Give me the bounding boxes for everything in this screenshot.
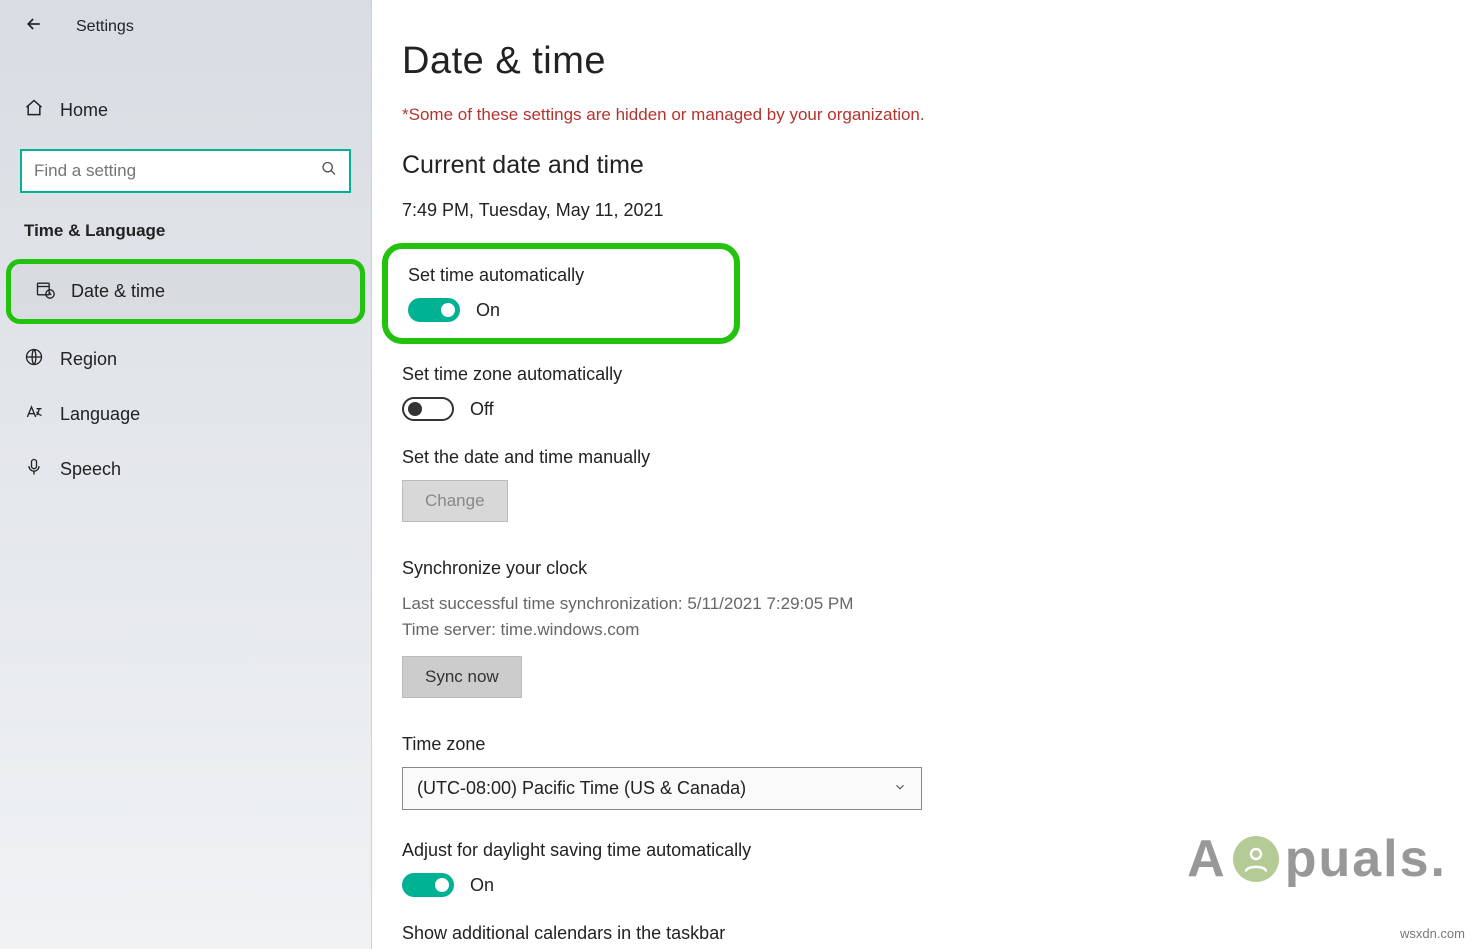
watermark-suffix: puals.	[1285, 829, 1447, 889]
sidebar-item-label: Speech	[60, 459, 121, 480]
sidebar-item-date-time[interactable]: Date & time	[11, 264, 360, 319]
change-button: Change	[402, 480, 508, 522]
sync-now-button[interactable]: Sync now	[402, 656, 522, 698]
globe-icon	[24, 347, 46, 372]
sync-last: Last successful time synchronization: 5/…	[402, 591, 1447, 617]
sidebar-item-language[interactable]: Language	[0, 387, 371, 442]
window-header: Settings	[0, 0, 371, 54]
sidebar-item-label: Language	[60, 404, 140, 425]
sync-heading: Synchronize your clock	[402, 558, 1447, 579]
dst-state: On	[470, 875, 494, 896]
sidebar: Settings Home Time & Language Date & tim…	[0, 0, 372, 949]
main-content: Date & time *Some of these settings are …	[372, 0, 1477, 949]
timezone-select[interactable]: (UTC-08:00) Pacific Time (US & Canada)	[402, 767, 922, 810]
search-input[interactable]	[22, 151, 349, 191]
set-tz-auto-state: Off	[470, 399, 494, 420]
set-time-auto-toggle[interactable]	[408, 298, 460, 322]
set-time-auto-label: Set time automatically	[408, 265, 584, 286]
additional-calendars-label: Show additional calendars in the taskbar	[402, 923, 1447, 944]
sidebar-section-title: Time & Language	[0, 193, 371, 251]
language-icon	[24, 402, 46, 427]
home-label: Home	[60, 100, 108, 121]
chevron-down-icon	[893, 780, 907, 797]
timezone-value: (UTC-08:00) Pacific Time (US & Canada)	[417, 778, 746, 799]
search-box[interactable]	[20, 149, 351, 193]
home-icon	[24, 98, 46, 123]
set-tz-auto-label: Set time zone automatically	[402, 364, 1447, 385]
sidebar-item-speech[interactable]: Speech	[0, 442, 371, 497]
highlight-date-time: Date & time	[6, 259, 365, 324]
set-tz-auto-toggle[interactable]	[402, 397, 454, 421]
sidebar-item-home[interactable]: Home	[0, 86, 371, 135]
current-date-heading: Current date and time	[402, 151, 1447, 180]
watermark-badge-icon	[1233, 836, 1279, 882]
sync-server: Time server: time.windows.com	[402, 617, 1447, 643]
manual-date-label: Set the date and time manually	[402, 447, 1447, 468]
set-time-auto-state: On	[476, 300, 500, 321]
watermark-logo: A puals.	[1187, 829, 1447, 889]
microphone-icon	[24, 457, 46, 482]
timezone-label: Time zone	[402, 734, 1447, 755]
calendar-clock-icon	[35, 279, 57, 304]
sidebar-item-region[interactable]: Region	[0, 332, 371, 387]
highlight-set-time-auto: Set time automatically On	[382, 243, 740, 344]
dst-toggle[interactable]	[402, 873, 454, 897]
sidebar-item-label: Date & time	[71, 281, 165, 302]
credit-text: wsxdn.com	[1400, 926, 1465, 941]
policy-warning: *Some of these settings are hidden or ma…	[402, 105, 1447, 125]
watermark-prefix: A	[1187, 829, 1227, 889]
back-button[interactable]	[24, 14, 44, 40]
current-date-value: 7:49 PM, Tuesday, May 11, 2021	[402, 200, 1447, 221]
sidebar-item-label: Region	[60, 349, 117, 370]
window-title: Settings	[76, 18, 134, 36]
page-title: Date & time	[402, 40, 1447, 83]
